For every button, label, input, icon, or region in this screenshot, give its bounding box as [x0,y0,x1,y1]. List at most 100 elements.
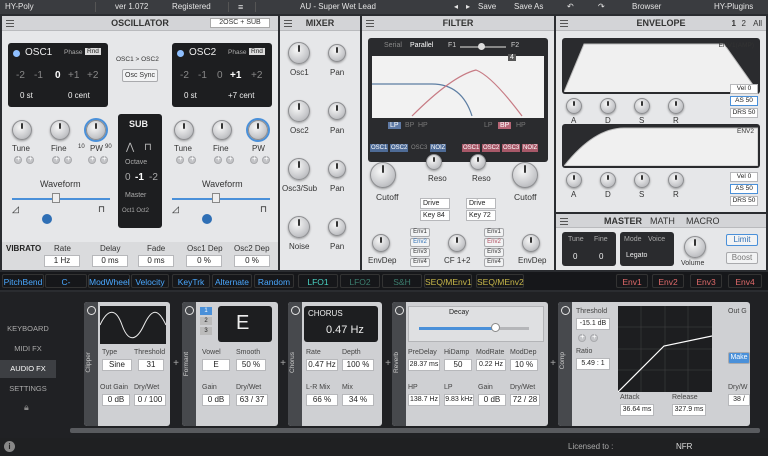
mod-slot[interactable] [26,154,34,164]
mod-seq1[interactable]: SEQ/MEnv1 [424,274,472,288]
limit-button[interactable]: Limit [726,234,758,246]
mod-lfo1[interactable]: LFO1 [298,274,338,288]
sub-oct-label[interactable]: Oct1 Oct2 [122,208,149,214]
mod-env1[interactable]: Env1 [616,274,648,288]
env2-vel[interactable]: Vel 0 [730,172,758,182]
filter-parallel[interactable]: Parallel [410,42,433,49]
side-settings[interactable]: SETTINGS [0,380,56,398]
filter2-src-osc2[interactable]: OSC2 [482,144,501,152]
reverb-lp-value[interactable]: 9.83 kHz [444,394,474,406]
filter1-hp[interactable]: HP [418,122,428,129]
master-tune-value[interactable]: 0 [573,252,577,261]
filter2-hp[interactable]: HP [516,122,526,129]
env1-decay-knob[interactable] [600,98,616,114]
mod-random[interactable]: Random [254,274,294,288]
side-audiofx[interactable]: AUDIO FX [0,360,56,378]
save-button[interactable]: Save [478,2,496,11]
clipper-outgain-value[interactable]: 0 dB [102,394,130,406]
osc2-pan-knob[interactable] [328,102,346,120]
reverb-modrate-value[interactable]: 0.22 Hz [476,359,506,371]
reverb-hidamp-value[interactable]: 50 [444,359,472,371]
mod-pitchbend[interactable]: PitchBend [2,274,44,288]
vibrato-osc1dep-value[interactable]: 0 % [186,255,222,267]
osc1-pan-knob[interactable] [328,44,346,62]
master-mode-value[interactable]: Legato [626,252,647,259]
noise-pan-knob[interactable] [328,218,346,236]
next-preset-icon[interactable]: ▸ [466,2,470,11]
chorus-depth-value[interactable]: 100 % [342,359,374,371]
osc3-level-knob[interactable] [288,158,310,180]
env2-drs[interactable]: DRS 50 [730,196,758,206]
env1-as[interactable]: AS 50 [730,96,758,106]
side-midifx[interactable]: MIDI FX [0,340,56,358]
mod-badge-icon[interactable] [42,214,52,224]
comp-threshold-value[interactable]: -15.1 dB [576,318,610,330]
filter-slope[interactable]: 4 [508,54,516,61]
filter1-env1[interactable]: Env1 [410,228,430,237]
env1-vel[interactable]: Vel 0 [730,84,758,94]
add-fx-icon[interactable]: + [549,358,557,369]
mod-env3[interactable]: Env3 [690,274,722,288]
filter1-src-noiz[interactable]: NOIZ [430,144,447,152]
osc-mode-select[interactable]: 2OSC + SUB [210,18,270,28]
filter1-env3[interactable]: Env3 [410,248,430,257]
power-icon[interactable] [291,306,300,315]
osc2-toggle[interactable] [177,50,184,57]
chorus-rate-value[interactable]: 0.47 Hz [306,359,338,371]
filter2-lp[interactable]: LP [484,122,493,129]
mod-slot[interactable] [250,154,258,164]
comp-makeup-button[interactable]: Make [728,352,750,364]
filter1-key[interactable]: Key 84 [420,210,450,221]
filter2-src-noiz[interactable]: NOIZ [522,144,539,152]
menu-icon[interactable] [6,20,14,27]
chorus-lr-value[interactable]: 66 % [306,394,338,406]
filter1-drive[interactable]: Drive 41 [420,198,450,217]
mod-env4[interactable]: Env4 [728,274,762,288]
osc2-level-knob[interactable] [288,100,310,122]
mod-slot[interactable] [578,332,586,342]
comp-ratio-value[interactable]: 5.49 : 1 [576,358,610,370]
comp-drywet-value[interactable]: 38 / [728,394,750,406]
add-fx-icon[interactable]: + [172,358,180,369]
osc1-waveform-slider[interactable] [12,198,110,200]
vibrato-osc2dep-value[interactable]: 0 % [234,255,270,267]
vibrato-fade-value[interactable]: 0 ms [138,255,174,267]
reverb-gain-value[interactable]: 0 dB [478,394,506,406]
osc2-fine-knob[interactable] [212,120,232,140]
mod-slot[interactable] [64,154,72,164]
filter1-cutoff-knob[interactable] [370,162,396,188]
menu-icon[interactable] [284,20,292,27]
redo-icon[interactable]: ↷ [598,2,605,11]
osc1-rnd-button[interactable]: Rnd [85,48,101,55]
env2-attack-knob[interactable] [566,172,582,188]
osc2-oct-m1[interactable]: -1 [198,70,207,81]
formant-slot-3[interactable]: 3 [200,327,212,335]
mod-sh[interactable]: S&H [382,274,422,288]
menu-icon[interactable]: ≡ [238,2,243,12]
mod-cpressure[interactable]: C-Pressure [45,274,87,301]
filter1-envdep-knob[interactable] [372,234,390,252]
mod-modwheel[interactable]: ModWheel [88,274,130,288]
menu-icon[interactable] [366,20,374,27]
mod-slot[interactable] [14,154,22,164]
reverb-decay-slider[interactable] [419,327,529,330]
mod-seq2[interactable]: SEQ/MEnv2 [476,274,524,288]
osc-sync-button[interactable]: Osc Sync [122,69,158,82]
power-icon[interactable] [185,306,194,315]
add-fx-icon[interactable]: + [384,358,392,369]
reverb-drywet-value[interactable]: 72 / 28 [510,394,540,406]
filter2-env4[interactable]: Env4 [484,258,504,267]
formant-slot-1[interactable]: 1 [200,307,212,315]
filter2-env3[interactable]: Env3 [484,248,504,257]
osc1-oct-0[interactable]: 0 [55,70,61,81]
osc2-oct-p2[interactable]: +2 [251,70,262,81]
env1-attack-knob[interactable] [566,98,582,114]
master-fine-value[interactable]: 0 [599,252,603,261]
filter1-env2[interactable]: Env2 [410,238,430,247]
filter1-src-osc1[interactable]: OSC1 [370,144,389,152]
osc1-cent[interactable]: 0 cent [68,91,90,100]
env1-release-knob[interactable] [668,98,684,114]
tab-master[interactable]: MASTER [604,214,642,228]
mod-slot[interactable] [590,332,598,342]
mod-keytrk[interactable]: KeyTrk [172,274,210,288]
